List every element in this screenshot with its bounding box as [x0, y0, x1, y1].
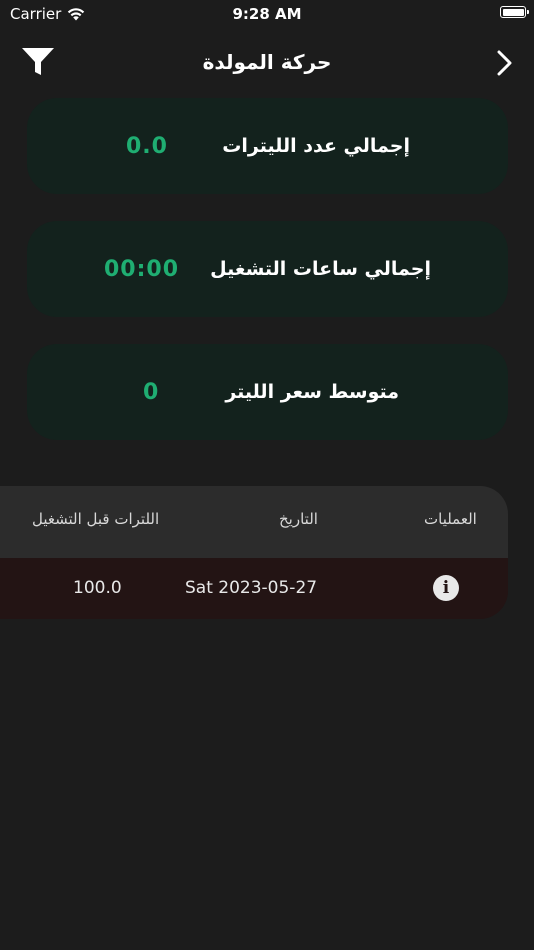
header-operations: العمليات	[424, 510, 477, 528]
nav-bar: حركة المولدة	[0, 38, 534, 86]
status-bar: Carrier 9:28 AM	[0, 0, 534, 28]
table-header: ا اللترات قبل التشغيل التاريخ العمليات	[0, 486, 508, 558]
total-hours-label: إجمالي ساعات التشغيل	[210, 258, 431, 280]
status-time: 9:28 AM	[232, 5, 302, 23]
chevron-right-icon	[497, 50, 512, 76]
battery-icon	[500, 6, 529, 18]
info-icon[interactable]: i	[433, 575, 459, 601]
total-liters-card: إجمالي عدد الليترات 0.0	[27, 98, 508, 194]
operations-table: ا اللترات قبل التشغيل التاريخ العمليات 1…	[0, 486, 508, 619]
total-hours-card: إجمالي ساعات التشغيل 00:00	[27, 221, 508, 317]
cell-date: Sat 2023-05-27	[185, 578, 318, 598]
cell-liters-before: 100.0	[73, 578, 122, 598]
header-liters-before: اللترات قبل التشغيل	[32, 510, 160, 528]
average-price-label: متوسط سعر الليتر	[225, 381, 399, 403]
page-title: حركة المولدة	[202, 50, 332, 74]
average-price-card: متوسط سعر الليتر 0	[27, 344, 508, 440]
total-liters-label: إجمالي عدد الليترات	[222, 135, 410, 157]
total-liters-value: 0.0	[126, 133, 168, 159]
total-hours-value: 00:00	[104, 256, 180, 282]
back-button[interactable]	[494, 48, 516, 78]
table-row: 100.0 Sat 2023-05-27 i	[0, 558, 508, 619]
header-date: التاريخ	[279, 510, 318, 528]
screen: Carrier 9:28 AM حركة المولدة إجمالي عدد …	[0, 0, 534, 950]
average-price-value: 0	[143, 379, 160, 405]
